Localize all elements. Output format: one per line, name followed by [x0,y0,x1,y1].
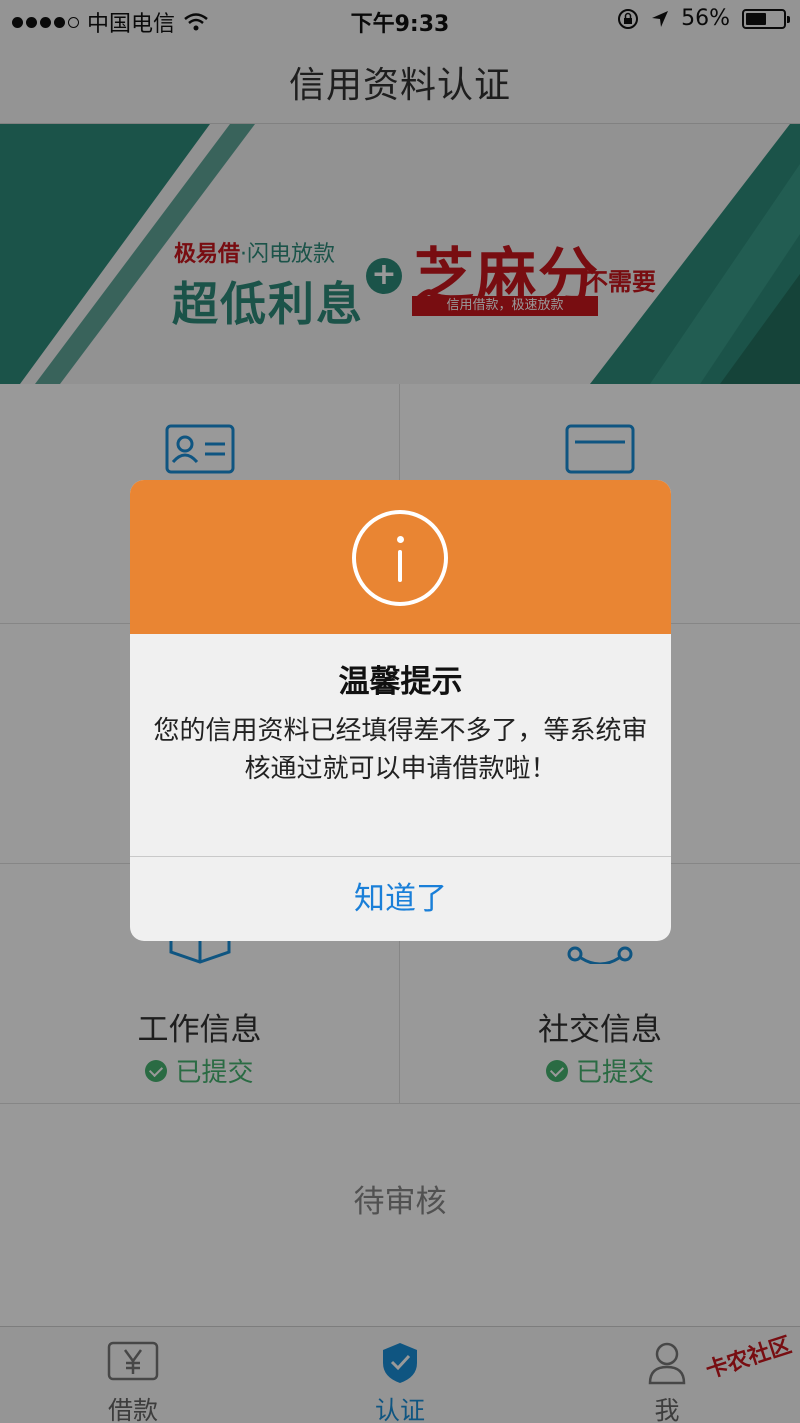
got-it-button[interactable]: 知道了 [130,857,671,941]
dialog-title: 温馨提示 [338,664,463,700]
dialog-header [130,480,671,634]
info-icon [352,510,448,606]
dialog-message: 您的信用资料已经填得差不多了，等系统审核通过就可以申请借款啦！ [153,716,648,784]
alert-dialog: 温馨提示 您的信用资料已经填得差不多了，等系统审核通过就可以申请借款啦！ 知道了 [130,480,671,941]
